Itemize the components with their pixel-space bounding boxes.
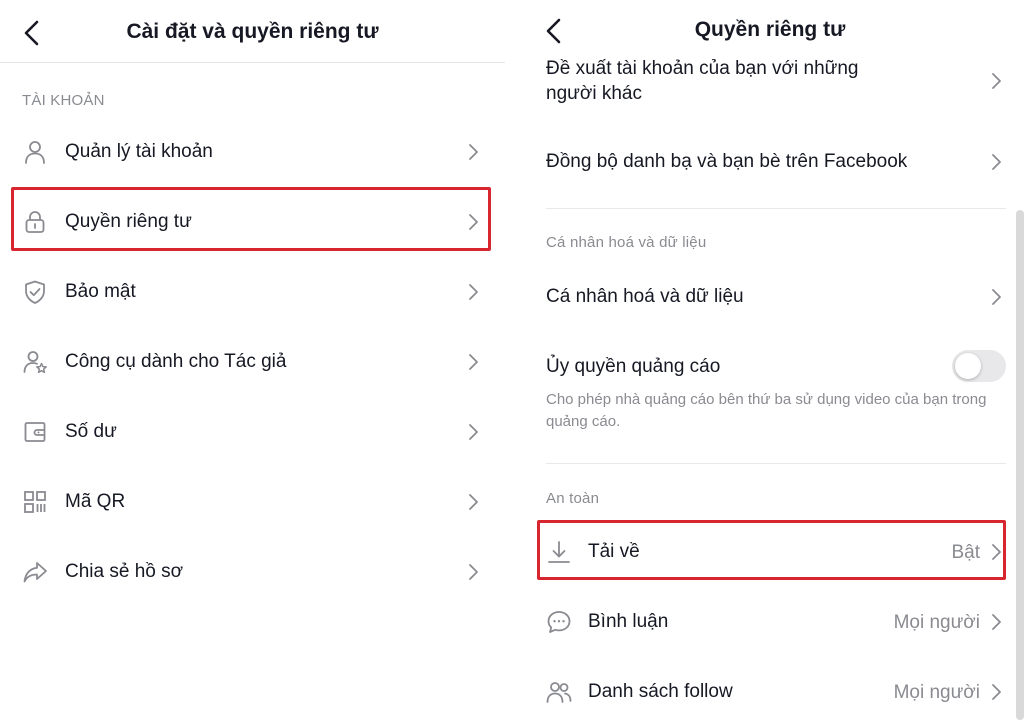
menu-item-share-profile[interactable]: Chia sẻ hồ sơ	[0, 540, 505, 604]
top-bar: Quyền riêng tư	[516, 0, 1024, 63]
section-label-personalization: Cá nhân hoá và dữ liệu	[546, 234, 707, 251]
menu-item-label: Chia sẻ hồ sơ	[65, 561, 184, 582]
comments-value: Mọi người	[893, 612, 980, 633]
chevron-right-icon	[469, 564, 478, 580]
settings-privacy-screen: Cài đặt và quyền riêng tư TÀI KHOẢN Quản…	[0, 0, 505, 720]
comments-label: Bình luận	[588, 611, 669, 632]
chevron-right-icon	[992, 289, 1001, 305]
menu-item-label: Bảo mật	[65, 281, 136, 302]
chevron-right-icon	[992, 544, 1001, 560]
qr-code-icon	[24, 491, 46, 513]
chevron-right-icon	[469, 354, 478, 370]
suggest-account-label-line2: người khác	[546, 83, 642, 104]
follow-list-value: Mọi người	[893, 682, 980, 703]
page-title: Cài đặt và quyền riêng tư	[126, 20, 379, 43]
share-arrow-icon	[23, 562, 47, 583]
menu-item-security[interactable]: Bảo mật	[0, 260, 505, 324]
menu-item-label: Mã QR	[65, 491, 126, 512]
chevron-right-icon	[992, 73, 1001, 89]
section-label-safety: An toàn	[546, 490, 600, 507]
ad-authorization-toggle[interactable]	[952, 350, 1006, 382]
menu-item-label: Số dư	[65, 421, 117, 442]
chevron-right-icon	[469, 144, 478, 160]
download-value: Bật	[951, 542, 980, 563]
menu-item-privacy[interactable]: Quyền riêng tư	[0, 190, 505, 254]
ad-authorization-description: Cho phép nhà quảng cáo bên thứ ba sử dụn…	[546, 391, 987, 430]
chevron-right-icon	[469, 424, 478, 440]
panel-gutter	[505, 0, 516, 720]
top-bar: Cài đặt và quyền riêng tư	[0, 0, 505, 63]
chevron-right-icon	[992, 614, 1001, 630]
chevron-right-icon	[469, 214, 478, 230]
download-label: Tải về	[588, 541, 640, 562]
person-icon	[25, 141, 45, 164]
toggle-knob	[955, 353, 981, 379]
people-icon	[546, 682, 572, 703]
personalization-label: Cá nhân hoá và dữ liệu	[546, 286, 744, 307]
page-title: Quyền riêng tư	[694, 18, 846, 41]
menu-item-balance[interactable]: Số dư	[0, 400, 505, 464]
divider	[546, 463, 1006, 464]
sync-contacts-label: Đồng bộ danh bạ và bạn bè trên Facebook	[546, 151, 908, 172]
suggest-account-label-line1: Đề xuất tài khoản của bạn với những	[546, 58, 859, 79]
ad-authorization-label: Ủy quyền quảng cáo	[546, 356, 721, 377]
menu-item-label: Quản lý tài khoản	[65, 141, 213, 162]
menu-item-qr-code[interactable]: Mã QR	[0, 470, 505, 534]
chevron-right-icon	[992, 154, 1001, 170]
person-star-icon	[23, 351, 47, 374]
chevron-right-icon	[469, 494, 478, 510]
divider	[546, 208, 1006, 209]
shield-check-icon	[25, 280, 45, 304]
wallet-icon	[24, 422, 46, 442]
chevron-right-icon	[469, 284, 478, 300]
privacy-screen: Quyền riêng tư Đề xuất tài khoản của bạn…	[516, 0, 1024, 720]
menu-item-creator-tools[interactable]: Công cụ dành cho Tác giả	[0, 330, 505, 394]
comment-icon	[547, 611, 571, 633]
menu-item-manage-account[interactable]: Quản lý tài khoản	[0, 120, 505, 184]
section-label-account: TÀI KHOẢN	[22, 92, 105, 109]
download-icon	[548, 541, 570, 563]
chevron-right-icon	[992, 684, 1001, 700]
menu-item-label: Quyền riêng tư	[65, 211, 192, 232]
menu-item-label: Công cụ dành cho Tác giả	[65, 351, 287, 372]
follow-list-label: Danh sách follow	[588, 681, 733, 702]
lock-icon	[25, 211, 45, 233]
scrollbar[interactable]	[1016, 210, 1024, 720]
